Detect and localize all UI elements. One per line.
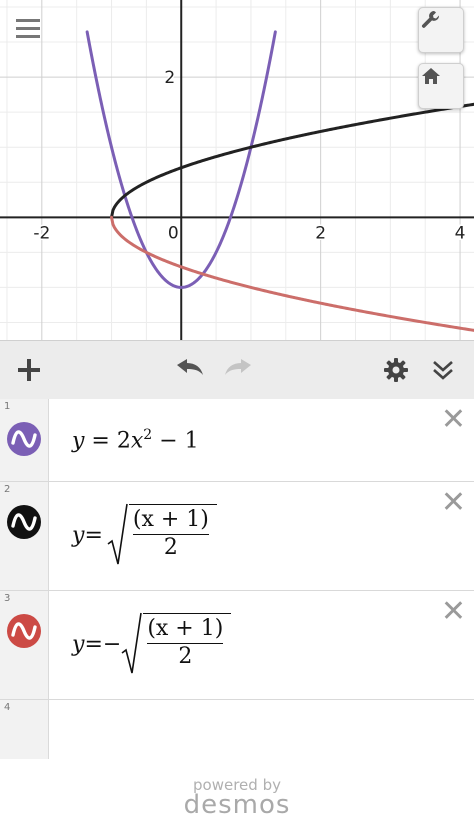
upper-root-curve	[110, 102, 474, 219]
double-chevron-down-icon	[433, 361, 453, 380]
plus-icon	[18, 359, 40, 381]
y-tick-label: 2	[164, 68, 175, 88]
hamburger-icon	[16, 19, 40, 38]
redo-button[interactable]	[222, 355, 256, 385]
expression-gutter: 1	[0, 399, 49, 481]
lower-root-curve	[110, 215, 474, 332]
expression-number: 2	[4, 484, 11, 495]
graph-canvas[interactable]: -2 0 2 4 2	[0, 0, 474, 340]
expression-number: 4	[4, 702, 11, 713]
radical-sign	[107, 503, 128, 565]
collapse-list-button[interactable]	[428, 355, 458, 385]
expression-settings-button[interactable]	[382, 356, 410, 384]
graph-settings-button[interactable]	[418, 7, 464, 53]
desmos-logo: desmos	[183, 790, 291, 820]
expression-row-2[interactable]: 2 y = (x + 1) 2 ✕	[0, 482, 474, 591]
delete-expression-button[interactable]: ✕	[441, 597, 466, 627]
delete-expression-button[interactable]: ✕	[441, 488, 466, 518]
fraction-numerator: (x + 1)	[147, 616, 224, 641]
menu-button[interactable]	[14, 16, 44, 42]
delete-expression-button[interactable]: ✕	[441, 405, 466, 435]
x-tick-label: 2	[315, 223, 326, 243]
expression-math[interactable]: y = 2x2 − 1	[72, 427, 199, 453]
home-button[interactable]	[418, 63, 464, 109]
graph-plot[interactable]: -2 0 2 4 2	[0, 0, 474, 340]
home-icon	[422, 68, 440, 84]
expression-list: 1 y = 2x2 − 1 ✕ 2 y = (x + 1) 2 ✕ 3 y = …	[0, 399, 474, 759]
fraction-denominator: 2	[132, 534, 209, 560]
wave-icon	[7, 614, 41, 648]
radical-sign	[121, 612, 143, 674]
redo-icon	[225, 359, 251, 375]
undo-icon	[177, 359, 203, 375]
expression-row-3[interactable]: 3 y = − (x + 1) 2 ✕	[0, 591, 474, 700]
wrench-icon	[421, 11, 440, 28]
add-expression-button[interactable]	[14, 355, 44, 385]
fraction-numerator: (x + 1)	[132, 507, 209, 532]
expression-color-swatch[interactable]	[6, 504, 42, 540]
expression-math[interactable]: y = − (x + 1) 2	[72, 611, 232, 677]
expression-gutter: 4	[0, 700, 49, 759]
expression-color-swatch[interactable]	[6, 421, 42, 457]
expression-row-1[interactable]: 1 y = 2x2 − 1 ✕	[0, 399, 474, 482]
x-tick-label: -2	[33, 223, 50, 243]
undo-button[interactable]	[172, 355, 206, 385]
expression-toolbar	[0, 340, 474, 400]
expression-gutter: 3	[0, 591, 49, 699]
expression-number: 3	[4, 593, 11, 604]
expression-math[interactable]: y = (x + 1) 2	[72, 502, 217, 568]
expression-gutter: 2	[0, 482, 49, 590]
expression-color-swatch[interactable]	[6, 613, 42, 649]
fraction: (x + 1) 2	[128, 504, 217, 560]
wave-icon	[7, 422, 41, 456]
expression-row-4[interactable]: 4	[0, 700, 474, 759]
x-tick-label: 0	[168, 223, 179, 243]
footer: powered by desmos	[0, 760, 474, 820]
gear-icon	[384, 358, 408, 382]
fraction-denominator: 2	[147, 643, 224, 669]
x-tick-label: 4	[455, 223, 466, 243]
wave-icon	[7, 505, 41, 539]
expression-number: 1	[4, 401, 11, 412]
fraction: (x + 1) 2	[143, 613, 232, 669]
